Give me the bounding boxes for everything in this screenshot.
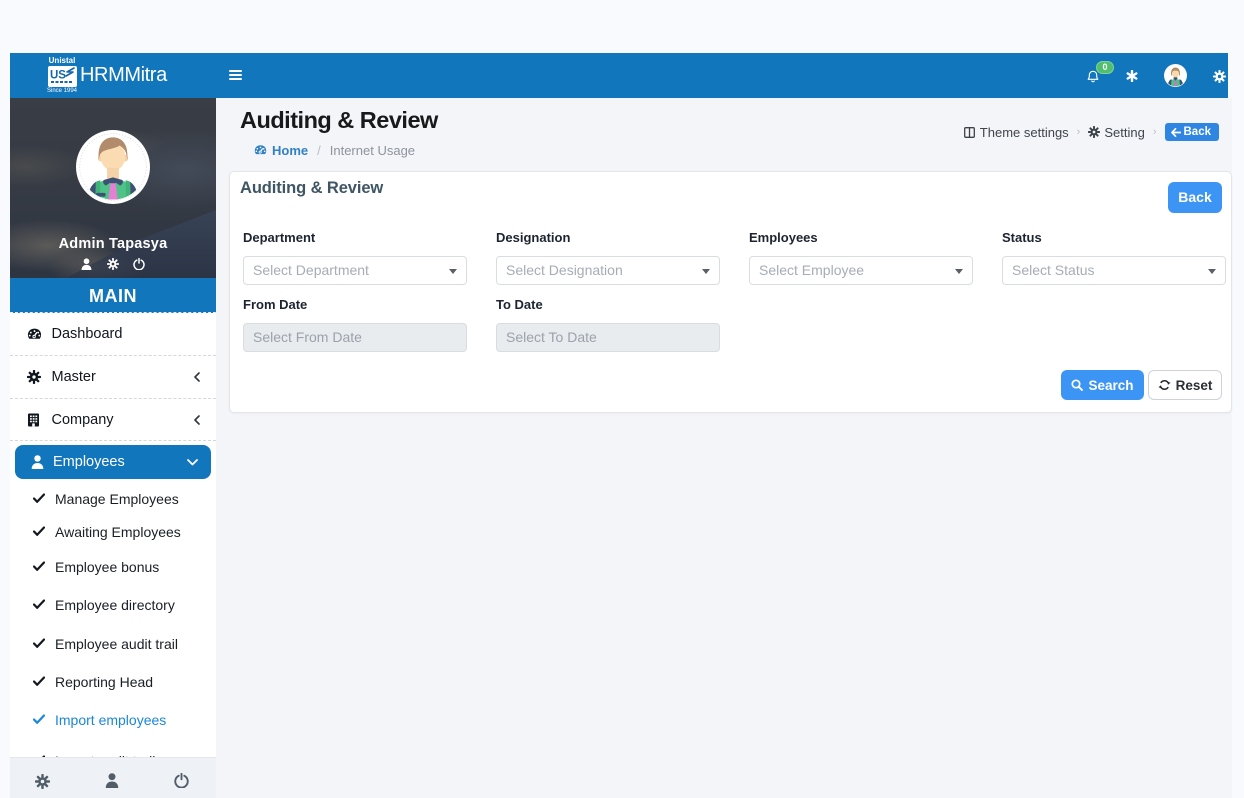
svg-text:US: US [50, 70, 66, 82]
